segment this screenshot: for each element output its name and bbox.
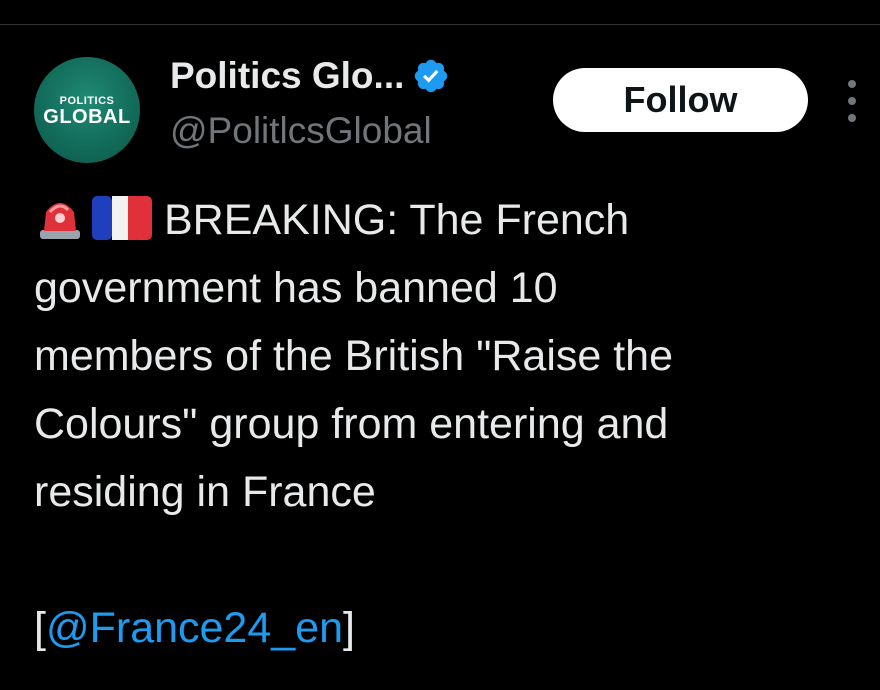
more-dot — [848, 80, 856, 88]
mention-link[interactable]: @France24_en — [46, 604, 343, 652]
more-dot — [848, 114, 856, 122]
avatar-logo-bottom: GLOBAL — [43, 105, 131, 128]
tweet-line: members of the British "Raise the — [34, 332, 674, 380]
follow-button[interactable]: Follow — [553, 68, 808, 132]
tweet-line: government has banned 10 — [34, 264, 558, 312]
verified-badge-icon[interactable] — [412, 57, 450, 95]
france-flag-icon — [92, 192, 152, 240]
more-options-icon[interactable] — [840, 80, 864, 122]
avatar-logo-top: POLITICS — [59, 94, 115, 107]
tweet-line: residing in France — [34, 468, 376, 516]
more-dot — [848, 97, 856, 105]
bracket-open: [ — [34, 604, 46, 652]
bracket-close: ] — [343, 604, 355, 652]
tweet-line-text: BREAKING: The French — [164, 196, 630, 244]
tweet-text: BREAKING: The French government has bann… — [34, 186, 864, 662]
tweet-line: BREAKING: The French — [34, 186, 864, 254]
author-name-row: Politics Glo... — [170, 52, 450, 100]
top-divider — [0, 24, 880, 25]
tweet-line: Colours" group from entering and — [34, 400, 669, 448]
avatar[interactable]: POLITICS GLOBAL — [34, 57, 140, 163]
display-name[interactable]: Politics Glo... — [170, 52, 404, 100]
handle[interactable]: @PolitlcsGlobal — [170, 106, 432, 156]
rotating-light-icon — [34, 190, 86, 242]
tweet-mention-line: [@France24_en] — [34, 594, 864, 662]
